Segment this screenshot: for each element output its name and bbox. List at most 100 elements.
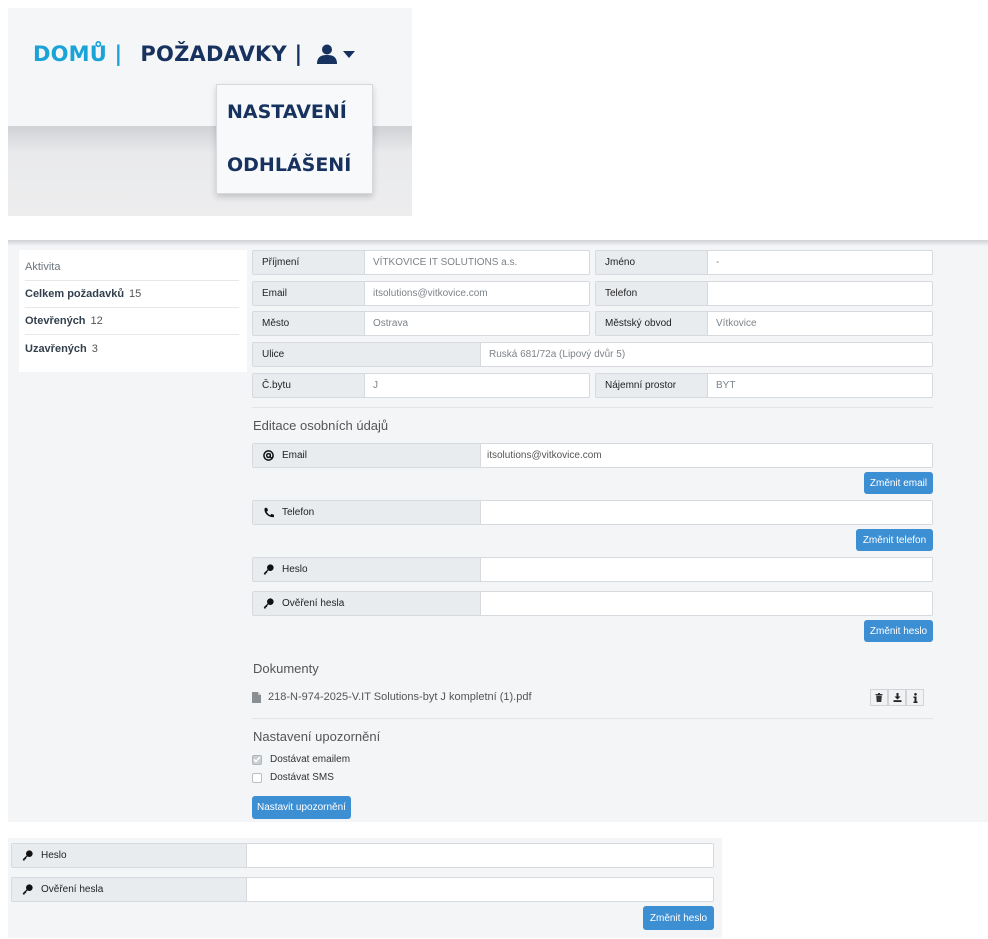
sms-checkbox-label: Dostávat SMS: [270, 772, 334, 783]
field-city: Město Ostrava: [252, 311, 590, 336]
set-notifications-button[interactable]: Nastavit upozornění: [252, 796, 351, 819]
edit-email-label: Email: [253, 444, 481, 467]
edit-label-text: Email: [282, 450, 308, 461]
divider: [252, 407, 933, 408]
password-row: Heslo: [11, 843, 714, 868]
edit-phone-row: Telefon: [252, 500, 933, 525]
sidebar-item-count: 12: [90, 315, 103, 327]
edit-label-text: Telefon: [282, 507, 315, 518]
password-label-text: Heslo: [41, 850, 67, 861]
edit-phone-label: Telefon: [253, 501, 481, 524]
password-confirm-label-text: Ověření hesla: [41, 884, 104, 895]
password-crop-panel: Heslo Ověření hesla Změnit heslo: [8, 838, 722, 938]
sidebar-item-label: Uzavřených: [25, 342, 87, 355]
field-value: BYT: [716, 380, 736, 391]
info-icon: [913, 692, 917, 703]
email-checkbox-label: Dostávat emailem: [270, 754, 351, 765]
password-label: Heslo: [12, 844, 247, 867]
document-info-button[interactable]: [906, 689, 924, 706]
chevron-down-icon: [343, 51, 356, 58]
download-document-button[interactable]: [888, 689, 906, 706]
field-label: Nájemní prostor: [596, 374, 708, 397]
nav-home-link[interactable]: DOMŮ |: [33, 42, 122, 66]
email-checkbox[interactable]: [252, 754, 262, 765]
field-surname: Příjmení VÍTKOVICE IT SOLUTIONS a.s.: [252, 250, 590, 275]
field-label: Č.bytu: [253, 374, 365, 397]
section-title-edit: Editace osobních údajů: [253, 418, 389, 433]
document-row: 218-N-974-2025-V.IT Solutions-byt J komp…: [252, 686, 933, 708]
panel-top-shadow: [8, 240, 988, 246]
field-district: Městský obvod Vítkovice: [595, 311, 933, 336]
nav-requests-link[interactable]: POŽADAVKY |: [140, 42, 302, 66]
sidebar-item-label: Celkem požadavků: [25, 288, 125, 300]
menu-item-settings[interactable]: NASTAVENÍ: [227, 101, 347, 123]
trash-icon: [875, 693, 883, 702]
edit-password-confirm-label: Ověření hesla: [253, 592, 481, 615]
field-value: itsolutions@vitkovice.com: [373, 288, 488, 299]
phone-icon: [264, 507, 274, 518]
password-input[interactable]: [481, 558, 932, 581]
delete-document-button[interactable]: [870, 689, 888, 706]
edit-password-confirm-row: Ověření hesla: [252, 591, 933, 616]
user-dropdown-menu: NASTAVENÍ ODHLÁŠENÍ: [216, 84, 373, 194]
activity-sidebar: Aktivita Celkem požadavků 15 Otevřených …: [19, 250, 247, 372]
field-street: Ulice Ruská 681/72a (Lipový dvůr 5): [252, 342, 933, 367]
password-confirm-label: Ověření hesla: [12, 878, 247, 901]
key-icon: [22, 884, 33, 895]
sidebar-header: Aktivita: [25, 254, 239, 281]
field-label: Telefon: [596, 282, 708, 305]
document-name[interactable]: 218-N-974-2025-V.IT Solutions-byt J komp…: [268, 691, 532, 703]
field-label: Email: [253, 282, 365, 305]
section-title-notifications: Nastavení upozornění: [253, 729, 381, 744]
notify-email-option[interactable]: Dostávat emailem: [252, 754, 350, 765]
field-value: Ostrava: [373, 318, 409, 329]
password-confirm-input[interactable]: [481, 592, 932, 615]
section-title-documents: Dokumenty: [253, 661, 319, 676]
change-email-button[interactable]: Změnit email: [864, 472, 933, 494]
divider: [252, 718, 933, 719]
change-password-button[interactable]: Změnit heslo: [864, 620, 933, 642]
sidebar-item-open[interactable]: Otevřených 12: [25, 308, 239, 335]
user-menu-toggle[interactable]: [316, 44, 356, 64]
edit-label-text: Heslo: [282, 564, 308, 575]
password-input[interactable]: [247, 844, 713, 867]
pdf-file-icon: [252, 691, 261, 703]
password-confirm-input[interactable]: [247, 878, 713, 901]
download-icon: [893, 693, 901, 702]
phone-input[interactable]: [481, 501, 932, 524]
sms-checkbox[interactable]: [252, 772, 262, 783]
edit-email-row: Email: [252, 443, 933, 468]
field-value: [708, 282, 932, 305]
field-email: Email itsolutions@vitkovice.com: [252, 281, 590, 306]
key-icon: [263, 598, 274, 609]
email-input[interactable]: [481, 444, 932, 467]
top-navigation: DOMŮ | POŽADAVKY |: [33, 42, 356, 66]
check-icon: [253, 756, 261, 763]
document-actions: [870, 689, 924, 706]
notify-sms-option[interactable]: Dostávat SMS: [252, 772, 334, 783]
key-icon: [263, 564, 274, 575]
field-flat-number: Č.bytu J: [252, 373, 590, 398]
sidebar-item-count: 15: [129, 288, 142, 300]
sidebar-item-label: Otevřených: [25, 315, 86, 327]
field-first-name: Jméno -: [595, 250, 933, 275]
change-phone-button[interactable]: Změnit telefon: [856, 529, 933, 551]
sidebar-item-closed[interactable]: Uzavřených 3: [25, 335, 239, 362]
nav-crop-panel: DOMŮ | POŽADAVKY | NASTAVENÍ ODHLÁŠENÍ: [8, 8, 412, 216]
change-password-button[interactable]: Změnit heslo: [643, 906, 714, 930]
field-label: Městský obvod: [596, 312, 708, 335]
edit-label-text: Ověření hesla: [282, 598, 345, 609]
sidebar-item-total[interactable]: Celkem požadavků 15: [25, 281, 239, 308]
menu-item-logout[interactable]: ODHLÁŠENÍ: [227, 154, 351, 176]
field-label: Ulice: [253, 343, 481, 366]
key-icon: [22, 850, 33, 861]
field-value: Vítkovice: [716, 318, 757, 329]
edit-password-label: Heslo: [253, 558, 481, 581]
at-sign-icon: [263, 450, 274, 461]
password-confirm-row: Ověření hesla: [11, 877, 714, 902]
field-label: Město: [253, 312, 365, 335]
field-value: VÍTKOVICE IT SOLUTIONS a.s.: [373, 257, 518, 268]
field-value: -: [716, 257, 720, 268]
field-label: Jméno: [596, 251, 708, 274]
profile-panel: Aktivita Celkem požadavků 15 Otevřených …: [8, 240, 988, 822]
